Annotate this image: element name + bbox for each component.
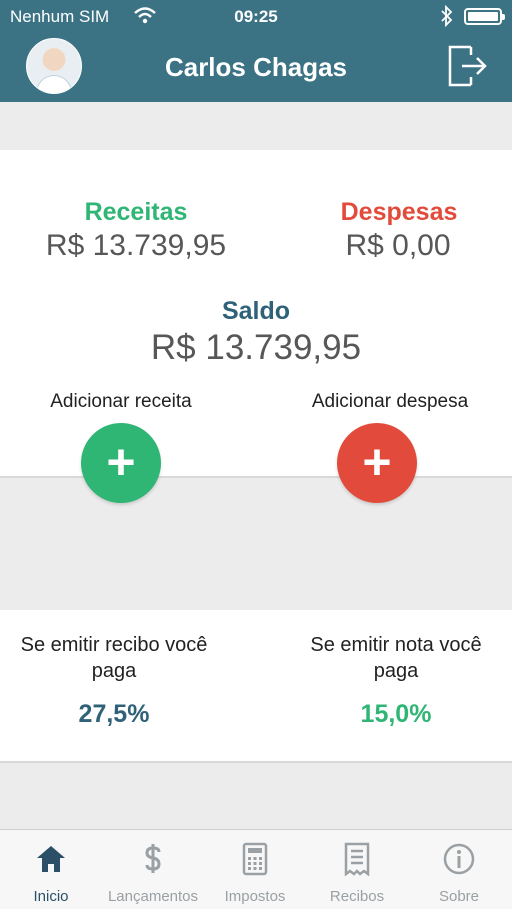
receipt-tax-text: Se emitir recibo você paga [20,634,208,682]
tab-inicio[interactable]: Inicio [0,830,102,909]
logout-icon[interactable] [446,45,490,87]
receipt-icon [344,842,370,876]
receipt-tax-value: 27,5% [78,700,150,728]
balance-value: R$ 13.739,95 [150,328,362,367]
dollar-icon [145,844,161,873]
tab-label: Impostos [224,888,286,905]
tab-lancamentos[interactable]: Lançamentos [102,830,204,909]
invoice-tax-text: Se emitir nota você paga [310,634,482,682]
income-value: R$ 13.739,95 [45,229,227,262]
bluetooth-icon [441,5,453,27]
tab-label: Inicio [33,888,69,905]
tab-sobre[interactable]: Sobre [408,830,510,909]
add-income-button[interactable]: + [81,423,161,503]
calculator-icon [242,842,268,876]
add-expense-label: Adicionar despesa [311,391,469,412]
tab-impostos[interactable]: Impostos [204,830,306,909]
expense-value: R$ 0,00 [345,229,451,262]
expense-label: Despesas [340,198,458,226]
tab-bar: Inicio Lançamentos Impostos Recibos Sobr… [0,829,512,909]
add-expense-button[interactable]: + [337,423,417,503]
invoice-tax-value: 15,0% [360,700,432,728]
user-name: Carlos Chagas [164,52,348,82]
tab-recibos[interactable]: Recibos [306,830,408,909]
battery-icon [464,8,505,25]
clock-label: 09:25 [234,7,278,26]
tab-label: Sobre [438,888,480,905]
add-income-label: Adicionar receita [50,391,192,412]
balance-label: Saldo [221,297,291,325]
tax-card: Se emitir recibo você paga 27,5% Se emit… [0,610,512,763]
income-label: Receitas [84,198,188,226]
status-bar: Nenhum SIM 09:25 [0,0,512,34]
info-icon [443,843,475,875]
tab-label: Recibos [329,888,385,905]
home-icon [37,846,65,872]
summary-card: Receitas R$ 13.739,95 Despesas R$ 0,00 S… [0,150,512,503]
app-header: Nenhum SIM 09:25 Carlos Chagas [0,0,512,102]
tab-label: Lançamentos [107,888,199,905]
